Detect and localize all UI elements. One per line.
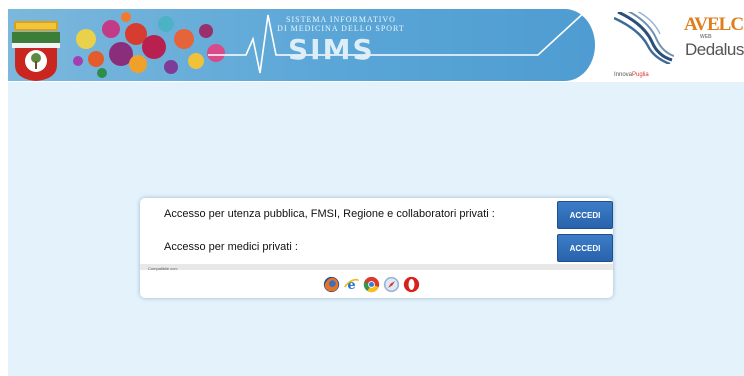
firefox-icon[interactable]	[323, 276, 340, 293]
innovapuglia-prefix: Innova	[614, 72, 633, 78]
regione-puglia-crest-icon	[12, 21, 60, 81]
banner-subtitle-line2: DI MEDICINA DELLO SPORT	[277, 24, 405, 33]
dedalus-logo: Dedalus	[685, 40, 744, 59]
private-doctors-access-button[interactable]: ACCEDI	[557, 234, 613, 262]
opera-icon[interactable]	[403, 276, 420, 293]
innovapuglia-swoosh-icon	[613, 5, 675, 66]
compatibility-divider	[140, 264, 613, 270]
public-access-label: Accesso per utenza pubblica, FMSI, Regio…	[164, 208, 495, 220]
avelco-logo: AVELCO	[684, 14, 744, 35]
banner-subtitle: SISTEMA INFORMATIVO DI MEDICINA DELLO SP…	[266, 15, 416, 33]
browser-icons: e	[323, 274, 433, 294]
public-access-button[interactable]: ACCEDI	[557, 201, 613, 229]
dedalus-tagline	[686, 60, 687, 64]
sims-banner: SISTEMA INFORMATIVO DI MEDICINA DELLO SP…	[8, 9, 595, 81]
chrome-icon[interactable]	[363, 276, 380, 293]
innovapuglia-logo: InnovaPuglia	[613, 5, 686, 78]
private-doctors-access-row: Accesso per medici privati : ACCEDI	[140, 231, 613, 263]
public-access-row: Accesso per utenza pubblica, FMSI, Regio…	[140, 198, 613, 230]
internet-explorer-icon[interactable]: e	[343, 276, 360, 293]
innovapuglia-suffix: Puglia	[632, 72, 649, 78]
compatibility-label: Compatibile con:	[148, 266, 178, 271]
access-panel: Accesso per utenza pubblica, FMSI, Regio…	[140, 198, 613, 298]
banner-title: SIMS	[288, 33, 375, 66]
innovapuglia-wordmark: InnovaPuglia	[614, 72, 649, 78]
site-header: SISTEMA INFORMATIVO DI MEDICINA DELLO SP…	[8, 0, 744, 82]
safari-icon[interactable]	[383, 276, 400, 293]
private-doctors-access-label: Accesso per medici privati :	[164, 241, 298, 253]
banner-subtitle-line1: SISTEMA INFORMATIVO	[286, 15, 396, 24]
